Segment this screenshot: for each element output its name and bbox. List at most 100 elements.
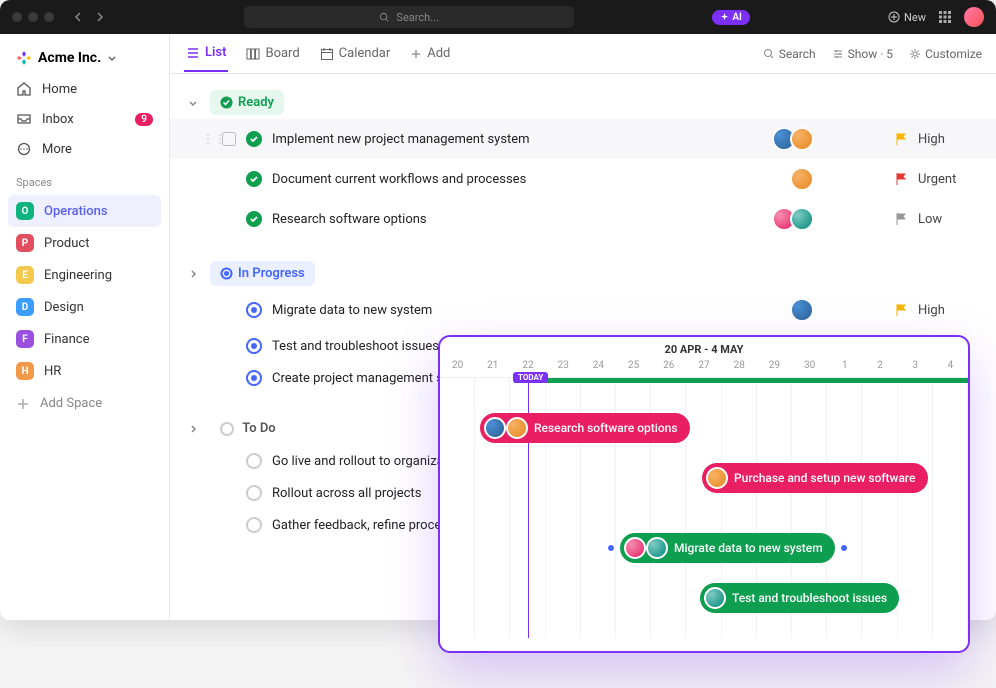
- space-finance[interactable]: F Finance: [8, 323, 161, 355]
- task-row[interactable]: Research software options Low: [170, 199, 996, 239]
- priority-label: Urgent: [918, 172, 978, 187]
- timeline-body[interactable]: Research software options Purchase and s…: [440, 378, 968, 638]
- timeline-dates: TODAY 20212223242526272829301234: [440, 358, 968, 378]
- nav-more[interactable]: More: [8, 134, 161, 164]
- timeline-date[interactable]: 24: [581, 358, 616, 377]
- task-name: Document current workflows and processes: [272, 172, 780, 187]
- assignees[interactable]: [772, 207, 814, 231]
- spaces-label: Spaces: [8, 166, 161, 193]
- assignee-avatar[interactable]: [704, 587, 726, 609]
- assignees[interactable]: [790, 167, 814, 191]
- logo-icon: [16, 50, 32, 66]
- timeline-date[interactable]: 27: [686, 358, 721, 377]
- chevron-icon[interactable]: [188, 423, 200, 435]
- task-row[interactable]: Document current workflows and processes…: [170, 159, 996, 199]
- assignee-avatar[interactable]: [646, 537, 668, 559]
- global-search[interactable]: Search...: [244, 6, 574, 28]
- timeline-date[interactable]: 21: [475, 358, 510, 377]
- group-header[interactable]: Ready: [170, 86, 996, 119]
- assignee-avatar[interactable]: [790, 127, 814, 151]
- space-letter-icon: D: [16, 298, 34, 316]
- ai-button[interactable]: AI: [712, 10, 750, 25]
- plus-circle-icon: [888, 11, 900, 23]
- task-row[interactable]: ⋮⋮ Implement new project management syst…: [170, 119, 996, 159]
- timeline-date[interactable]: 4: [933, 358, 968, 377]
- task-row[interactable]: Migrate data to new system High: [170, 290, 996, 330]
- space-product[interactable]: P Product: [8, 227, 161, 259]
- timeline-date[interactable]: 28: [722, 358, 757, 377]
- plus-icon: [16, 397, 30, 411]
- space-operations[interactable]: O Operations: [8, 195, 161, 227]
- timeline-task[interactable]: Migrate data to new system: [620, 533, 835, 563]
- timeline-task[interactable]: Purchase and setup new software: [702, 463, 928, 493]
- timeline-date[interactable]: 1: [827, 358, 862, 377]
- flag-icon: [894, 212, 908, 226]
- timeline-task[interactable]: Research software options: [480, 413, 690, 443]
- inbox-icon: [16, 111, 32, 127]
- flag-icon: [894, 303, 908, 317]
- priority-label: High: [918, 303, 978, 318]
- timeline-date[interactable]: 23: [546, 358, 581, 377]
- view-tab-calendar[interactable]: Calendar: [318, 35, 393, 72]
- task-name: Migrate data to new system: [272, 303, 780, 318]
- view-toolbar: List Board Calendar Add Search Show · 5 …: [170, 34, 996, 74]
- nav-arrows: [72, 11, 106, 23]
- chevron-icon[interactable]: [188, 97, 200, 109]
- assignees[interactable]: [772, 127, 814, 151]
- apps-icon[interactable]: [938, 10, 952, 24]
- timeline-date[interactable]: 26: [651, 358, 686, 377]
- assignees[interactable]: [790, 298, 814, 322]
- assignee-avatar[interactable]: [790, 207, 814, 231]
- chevron-icon[interactable]: [188, 268, 200, 280]
- toolbar-search[interactable]: Search: [763, 47, 816, 61]
- titlebar: Search... AI New: [0, 0, 996, 34]
- search-icon: [763, 48, 775, 60]
- new-button[interactable]: New: [888, 11, 926, 24]
- nav-inbox[interactable]: Inbox 9: [8, 104, 161, 134]
- space-hr[interactable]: H HR: [8, 355, 161, 387]
- space-letter-icon: P: [16, 234, 34, 252]
- back-icon[interactable]: [72, 11, 84, 23]
- assignee-avatar[interactable]: [624, 537, 646, 559]
- inbox-badge: 9: [135, 113, 153, 126]
- view-tab-list[interactable]: List: [184, 35, 228, 72]
- nav-home[interactable]: Home: [8, 74, 161, 104]
- timeline-date[interactable]: 30: [792, 358, 827, 377]
- user-avatar[interactable]: [964, 7, 984, 27]
- assignee-avatar[interactable]: [506, 417, 528, 439]
- add-space-button[interactable]: Add Space: [8, 389, 161, 418]
- assignee-avatar[interactable]: [790, 167, 814, 191]
- timeline-date[interactable]: 29: [757, 358, 792, 377]
- flag-icon: [894, 172, 908, 186]
- timeline-date[interactable]: 25: [616, 358, 651, 377]
- flag-icon: [894, 132, 908, 146]
- search-placeholder: Search...: [396, 11, 439, 24]
- assignee-avatar[interactable]: [706, 467, 728, 489]
- space-letter-icon: O: [16, 202, 34, 220]
- toolbar-customize[interactable]: Customize: [909, 47, 982, 61]
- chevron-down-icon: [107, 53, 117, 63]
- space-letter-icon: F: [16, 330, 34, 348]
- drag-handle-icon[interactable]: ⋮⋮: [202, 132, 212, 146]
- view-tab-board[interactable]: Board: [244, 35, 301, 72]
- task-name: Research software options: [272, 212, 762, 227]
- timeline-date[interactable]: 2: [862, 358, 897, 377]
- forward-icon[interactable]: [94, 11, 106, 23]
- group-header[interactable]: In Progress: [170, 257, 996, 290]
- assignee-avatar[interactable]: [790, 298, 814, 322]
- space-design[interactable]: D Design: [8, 291, 161, 323]
- timeline-date[interactable]: 20: [440, 358, 475, 377]
- more-icon: [16, 141, 32, 157]
- space-engineering[interactable]: E Engineering: [8, 259, 161, 291]
- titlebar-right: New: [888, 7, 984, 27]
- workspace-switcher[interactable]: Acme Inc.: [8, 44, 161, 72]
- timeline-date[interactable]: 3: [898, 358, 933, 377]
- task-checkbox[interactable]: [222, 132, 236, 146]
- add-view-button[interactable]: Add: [408, 36, 452, 71]
- plus-icon: [410, 48, 422, 60]
- toolbar-show[interactable]: Show · 5: [832, 47, 893, 61]
- window-controls[interactable]: [12, 12, 54, 22]
- timeline-range-bar: [514, 378, 968, 383]
- assignee-avatar[interactable]: [484, 417, 506, 439]
- timeline-task[interactable]: Test and troubleshoot issues: [700, 583, 899, 613]
